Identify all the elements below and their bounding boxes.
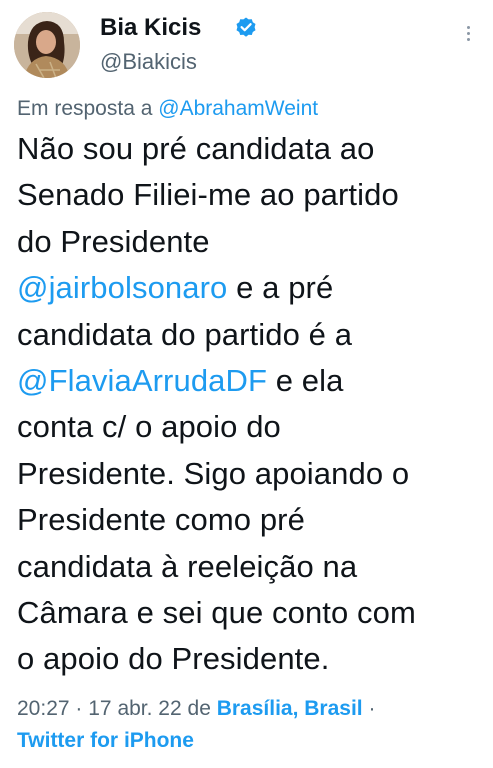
- tweet-text-line: do Presidente: [17, 219, 487, 265]
- tweet-body: Não sou pré candidata ao Senado Filiei-me…: [17, 126, 487, 683]
- tweet-text-line: o apoio do Presidente.: [17, 636, 487, 682]
- tweet-header: Bia Kicis @Biakicis: [0, 0, 493, 90]
- tweet-text-segment: Presidente. Sigo apoiando o: [17, 455, 410, 491]
- more-dot: [466, 37, 470, 41]
- verified-badge-icon: [236, 17, 256, 37]
- tweet-source-link[interactable]: Twitter for iPhone: [17, 727, 194, 755]
- more-dot: [466, 31, 470, 35]
- tweet-time[interactable]: 20:27: [17, 697, 70, 720]
- tweet-text-line: candidata do partido é a: [17, 312, 487, 358]
- tweet-text-segment: e a pré: [227, 270, 334, 306]
- tweet-text-line: conta c/ o apoio do: [17, 404, 487, 450]
- tweet-meta: 20:27 · 17 abr. 22 de Brasília, Brasil ·: [17, 695, 375, 723]
- tweet-text-line: Não sou pré candidata ao: [17, 126, 487, 172]
- mention-link[interactable]: @jairbolsonaro: [17, 270, 227, 305]
- tweet-text-segment: candidata à reeleição na: [17, 548, 358, 584]
- tweet-text-segment: conta c/ o apoio do: [17, 409, 281, 445]
- tweet-text-segment: candidata do partido é a: [17, 316, 353, 352]
- avatar[interactable]: [14, 12, 80, 78]
- author-display-name[interactable]: Bia Kicis: [100, 13, 201, 43]
- tweet-text-line: Senado Filiei-me ao partido: [17, 172, 487, 218]
- tweet-text-segment: Presidente como pré: [17, 502, 305, 538]
- tweet-text-segment: Não sou pré candidata ao: [17, 131, 375, 166]
- reply-mention-link[interactable]: @AbrahamWeint: [158, 97, 318, 120]
- tweet-location-link[interactable]: Brasília, Brasil: [217, 697, 363, 720]
- tweet-text-segment: e ela: [267, 363, 344, 399]
- location-prefix: de: [187, 697, 211, 720]
- tweet-date[interactable]: 17 abr. 22: [88, 697, 181, 720]
- meta-separator: ·: [75, 697, 83, 720]
- tweet-text-line: Presidente como pré: [17, 497, 487, 543]
- tweet-text-segment: o apoio do Presidente.: [17, 641, 330, 677]
- reply-context: Em resposta a @AbrahamWeint: [17, 95, 318, 123]
- avatar-image: [14, 12, 80, 78]
- reply-prefix: Em resposta a: [17, 97, 153, 120]
- tweet-text-line: Presidente. Sigo apoiando o: [17, 451, 487, 497]
- tweet-text-line: @FlaviaArrudaDF e ela: [17, 358, 487, 404]
- tweet-text-line: Câmara e sei que conto com: [17, 590, 487, 636]
- meta-separator: ·: [368, 697, 376, 720]
- tweet-text-segment: do Presidente: [17, 223, 210, 259]
- tweet-text-line: candidata à reeleição na: [17, 544, 487, 590]
- more-options-icon[interactable]: [456, 18, 480, 48]
- author-handle[interactable]: @Biakicis: [100, 48, 197, 76]
- tweet-text-segment: Câmara e sei que conto com: [17, 595, 416, 631]
- more-dot: [466, 25, 470, 29]
- tweet-text-line: @jairbolsonaro e a pré: [17, 265, 487, 311]
- mention-link[interactable]: @FlaviaArrudaDF: [17, 363, 267, 398]
- tweet-text-segment: Senado Filiei-me ao partido: [17, 177, 399, 213]
